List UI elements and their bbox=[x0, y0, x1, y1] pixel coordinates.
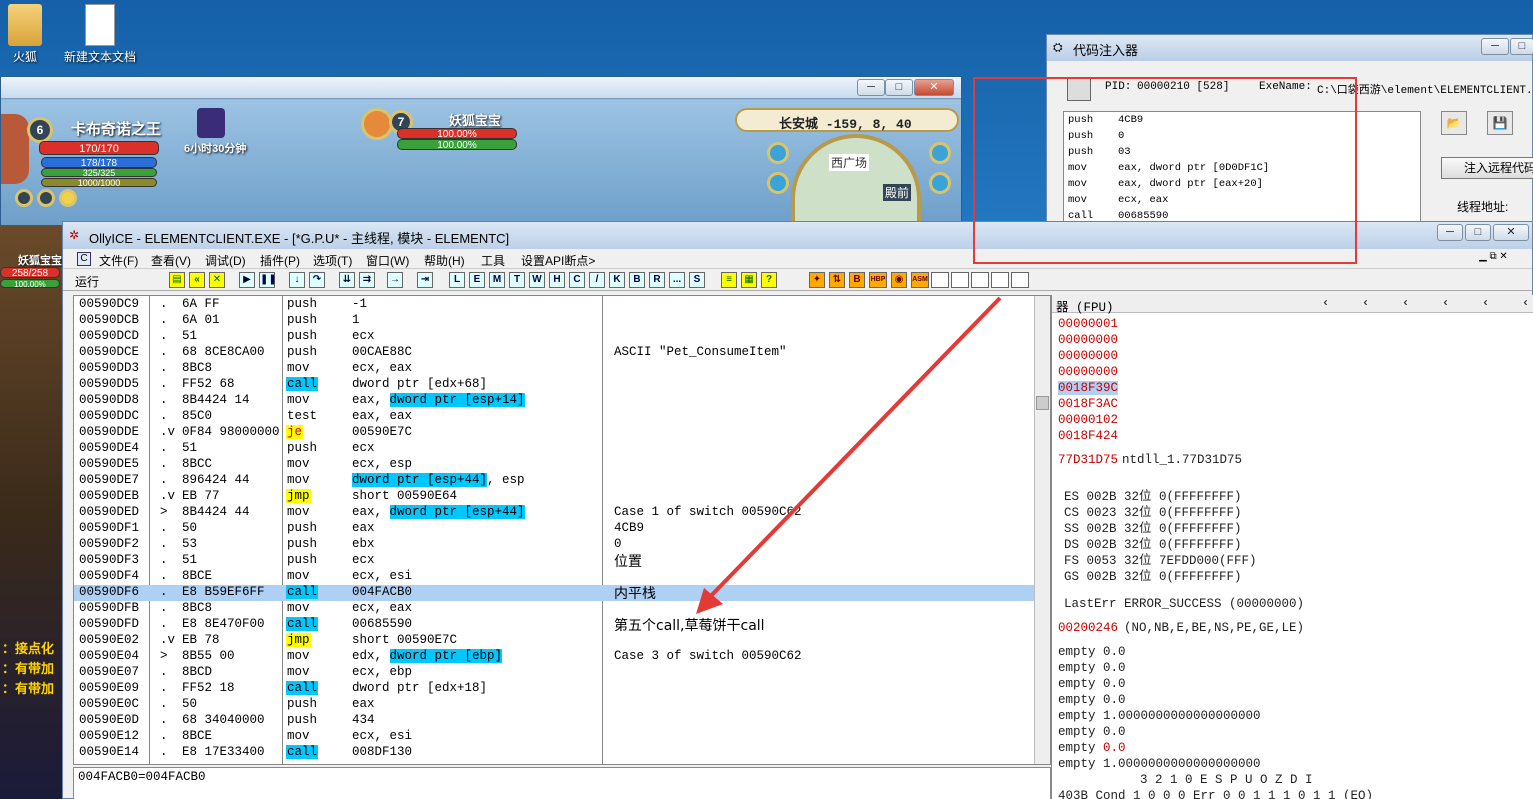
annotation-arrow bbox=[696, 296, 1002, 614]
